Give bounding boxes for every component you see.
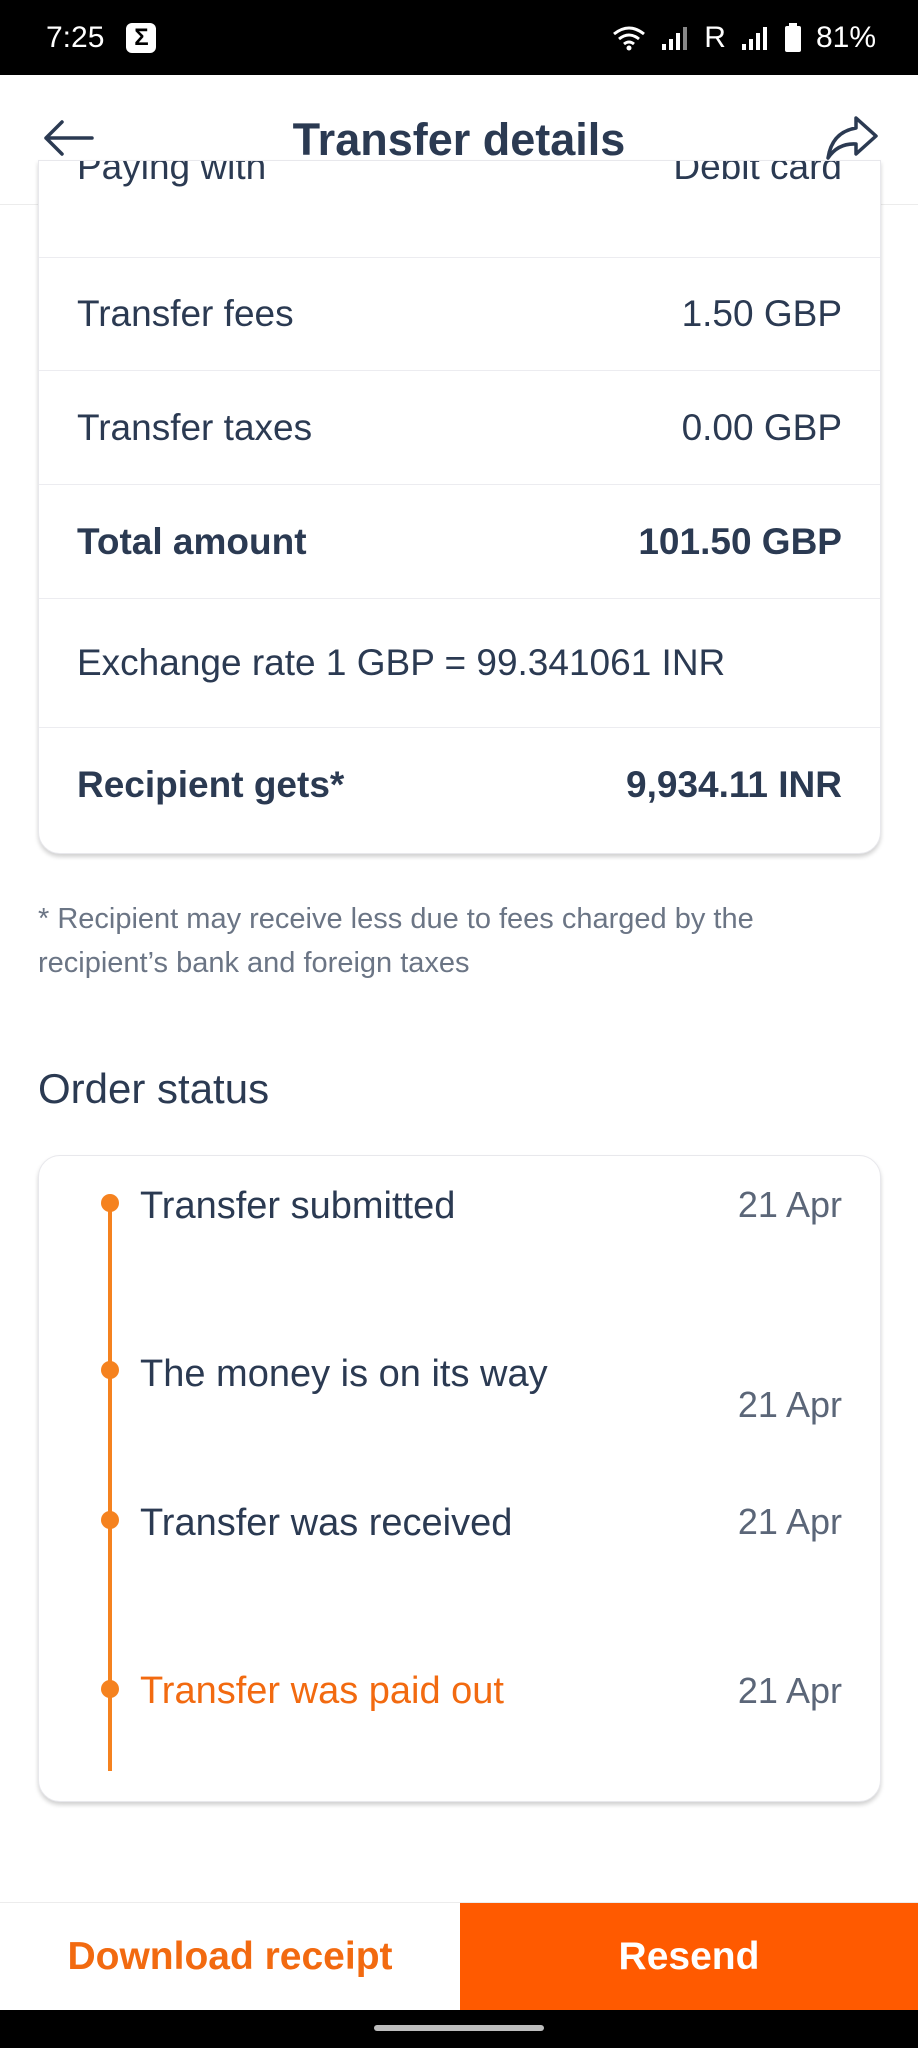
timeline-step-label: Transfer submitted (140, 1185, 456, 1227)
timeline-dot (101, 1194, 119, 1212)
transfer-details-card: Paying with Debit card Transfer fees 1.5… (38, 160, 881, 854)
clock: 7:25 (46, 20, 105, 54)
roaming-indicator: R (704, 20, 726, 54)
row-label: Transfer fees (77, 293, 294, 334)
timeline-step-date: 21 Apr (737, 1384, 842, 1425)
wifi-icon (613, 26, 646, 50)
timeline-step-label-active: Transfer was paid out (140, 1670, 504, 1712)
timeline-dot (101, 1361, 119, 1379)
total-amount-row: Total amount 101.50 GBP (39, 485, 880, 598)
transfer-taxes-row: Transfer taxes 0.00 GBP (39, 371, 880, 484)
page-title: Transfer details (292, 113, 626, 165)
timeline-step-date: 21 Apr (737, 1184, 842, 1225)
recipient-gets-value: 9,934.11 INR (626, 763, 842, 805)
row-value: 101.50 GBP (638, 520, 842, 562)
order-status-title: Order status (38, 1065, 270, 1112)
signal-icon-2 (741, 26, 767, 50)
timeline-step-label: The money is on its way (140, 1353, 548, 1395)
paying-with-value: Debit card (673, 160, 842, 187)
share-icon (826, 116, 878, 160)
row-label: Total amount (77, 520, 307, 562)
resend-button[interactable]: Resend (460, 1903, 918, 2011)
battery-percent: 81% (815, 20, 876, 54)
arrow-left-icon (44, 120, 94, 156)
paying-with-row: Paying with Debit card (39, 160, 880, 195)
timeline-step-date: 21 Apr (737, 1501, 842, 1542)
bottom-action-bar: Download receipt Resend (0, 1902, 918, 2011)
timeline-step-label: Transfer was received (140, 1502, 513, 1544)
recipient-gets-row: Recipient gets* 9,934.11 INR (39, 728, 880, 841)
paying-with-label: Paying with (77, 160, 267, 187)
status-bar-left: 7:25 Σ (46, 20, 157, 55)
order-status-card: Transfer submitted 21 Apr The money is o… (38, 1155, 881, 1802)
exchange-rate-row: Exchange rate 1 GBP = 99.341061 INR (39, 599, 880, 727)
sigma-icon: Σ (126, 22, 157, 53)
timeline-dot (101, 1511, 119, 1529)
timeline-step-date: 21 Apr (737, 1670, 842, 1711)
row-label: Transfer taxes (77, 406, 313, 448)
transfer-fees-row: Transfer fees 1.50 GBP (39, 258, 880, 370)
timeline-dot (101, 1680, 119, 1698)
recipient-gets-label: Recipient gets* (77, 763, 345, 805)
share-button[interactable] (822, 108, 882, 168)
download-receipt-button[interactable]: Download receipt (0, 1903, 460, 2011)
status-bar: 7:25 Σ R 81% (0, 0, 918, 75)
battery-icon (784, 22, 801, 52)
row-value: 0.00 GBP (681, 406, 842, 448)
exchange-rate-text: Exchange rate 1 GBP = 99.341061 INR (77, 642, 726, 683)
status-bar-right: R 81% (612, 21, 876, 55)
home-gesture-handle[interactable] (374, 2025, 544, 2031)
navigation-bar (0, 2010, 918, 2048)
signal-icon (662, 26, 688, 50)
fees-note: * Recipient may receive less due to fees… (38, 903, 754, 979)
back-button[interactable] (38, 108, 98, 168)
row-value: 1.50 GBP (681, 293, 842, 334)
